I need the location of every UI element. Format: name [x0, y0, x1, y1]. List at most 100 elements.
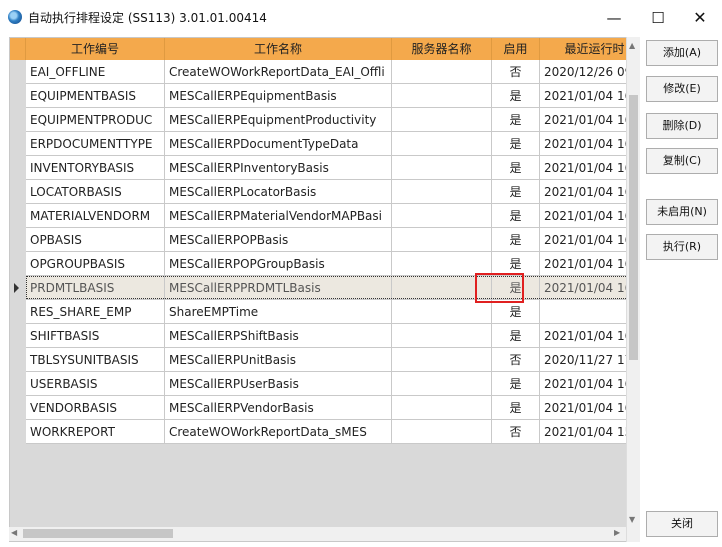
column-header-enabled[interactable]: 启用 [492, 38, 540, 60]
cell-last-run[interactable] [540, 300, 638, 324]
cell-server-name[interactable] [392, 228, 492, 252]
table-row[interactable]: EQUIPMENTPRODUC MESCallERPEquipmentProduc… [10, 108, 638, 132]
cell-server-name[interactable] [392, 60, 492, 84]
cell-enabled[interactable]: 是 [492, 180, 540, 204]
cell-job-id[interactable]: INVENTORYBASIS [26, 156, 165, 180]
cell-last-run[interactable]: 2021/01/04 15 [540, 420, 638, 444]
cell-job-name[interactable]: CreateWOWorkReportData_sMES [165, 420, 392, 444]
table-row[interactable]: USERBASIS MESCallERPUserBasis 是 2021/01/04 … [10, 372, 638, 396]
horizontal-scroll-thumb[interactable] [23, 529, 173, 538]
table-row[interactable]: EAI_OFFLINE CreateWOWorkReportData_EAI_Of… [10, 60, 638, 84]
cell-last-run[interactable]: 2021/01/04 16 [540, 132, 638, 156]
cell-job-id[interactable]: WORKREPORT [26, 420, 165, 444]
cell-enabled[interactable]: 是 [492, 204, 540, 228]
row-header[interactable] [10, 156, 26, 180]
cell-job-id[interactable]: MATERIALVENDORM [26, 204, 165, 228]
cell-job-name[interactable]: MESCallERPUserBasis [165, 372, 392, 396]
disable-button[interactable]: 未启用(N) [646, 199, 718, 225]
cell-job-id[interactable]: OPGROUPBASIS [26, 252, 165, 276]
cell-job-name[interactable]: MESCallERPEquipmentProductivity [165, 108, 392, 132]
cell-last-run[interactable]: 2021/01/04 16 [540, 252, 638, 276]
table-row[interactable]: RES_SHARE_EMP ShareEMPTime 是 [10, 300, 638, 324]
row-header[interactable] [10, 180, 26, 204]
horizontal-scrollbar[interactable]: ◀ ▶ [9, 527, 626, 541]
column-header-last-run[interactable]: 最近运行时 [540, 38, 638, 60]
cell-job-name[interactable]: MESCallERPOPGroupBasis [165, 252, 392, 276]
minimize-button[interactable]: — [596, 6, 632, 30]
cell-job-id[interactable]: VENDORBASIS [26, 396, 165, 420]
cell-server-name[interactable] [392, 132, 492, 156]
add-button[interactable]: 添加(A) [646, 40, 718, 66]
cell-last-run[interactable]: 2021/01/04 16 [540, 108, 638, 132]
row-header[interactable] [10, 252, 26, 276]
scroll-right-icon[interactable]: ▶ [614, 528, 620, 537]
table-row[interactable]: WORKREPORT CreateWOWorkReportData_sMES 否 20… [10, 420, 638, 444]
row-header[interactable] [10, 348, 26, 372]
cell-job-name[interactable]: MESCallERPLocatorBasis [165, 180, 392, 204]
cell-enabled[interactable]: 否 [492, 420, 540, 444]
cell-server-name[interactable] [392, 348, 492, 372]
cell-job-name[interactable]: MESCallERPEquipmentBasis [165, 84, 392, 108]
cell-job-name[interactable]: MESCallERPInventoryBasis [165, 156, 392, 180]
cell-enabled[interactable]: 是 [492, 132, 540, 156]
cell-enabled[interactable]: 是 [492, 84, 540, 108]
cell-job-id[interactable]: ERPDOCUMENTTYPE [26, 132, 165, 156]
row-header[interactable] [10, 372, 26, 396]
cell-enabled[interactable]: 是 [492, 252, 540, 276]
cell-enabled[interactable]: 是 [492, 300, 540, 324]
cell-job-name[interactable]: MESCallERPShiftBasis [165, 324, 392, 348]
copy-button[interactable]: 复制(C) [646, 148, 718, 174]
cell-job-name[interactable]: MESCallERPMaterialVendorMAPBasi [165, 204, 392, 228]
cell-job-id[interactable]: RES_SHARE_EMP [26, 300, 165, 324]
cell-last-run[interactable]: 2020/12/26 09 [540, 60, 638, 84]
row-header[interactable] [10, 108, 26, 132]
close-button[interactable]: 关闭 [646, 511, 718, 537]
cell-server-name[interactable] [392, 324, 492, 348]
delete-button[interactable]: 删除(D) [646, 113, 718, 139]
cell-server-name[interactable] [392, 180, 492, 204]
cell-server-name[interactable] [392, 396, 492, 420]
cell-job-name[interactable]: MESCallERPUnitBasis [165, 348, 392, 372]
cell-server-name[interactable] [392, 156, 492, 180]
cell-last-run[interactable]: 2021/01/04 16 [540, 180, 638, 204]
cell-server-name[interactable] [392, 420, 492, 444]
maximize-button[interactable]: ☐ [640, 6, 676, 30]
cell-server-name[interactable] [392, 276, 492, 300]
table-row[interactable]: EQUIPMENTBASIS MESCallERPEquipmentBasis 是 2… [10, 84, 638, 108]
vertical-scroll-thumb[interactable] [629, 95, 638, 360]
row-header[interactable] [10, 420, 26, 444]
cell-last-run[interactable]: 2021/01/04 16 [540, 372, 638, 396]
column-header-job-id[interactable]: 工作编号 [26, 38, 165, 60]
cell-last-run[interactable]: 2021/01/04 16 [540, 324, 638, 348]
cell-last-run[interactable]: 2021/01/04 16 [540, 84, 638, 108]
cell-last-run[interactable]: 2021/01/04 16 [540, 156, 638, 180]
table-row[interactable]: OPBASIS MESCallERPOPBasis 是 2021/01/04 16 [10, 228, 638, 252]
cell-enabled[interactable]: 是 [492, 372, 540, 396]
cell-server-name[interactable] [392, 84, 492, 108]
cell-last-run[interactable]: 2021/01/04 16 [540, 396, 638, 420]
table-row[interactable]: SHIFTBASIS MESCallERPShiftBasis 是 2021/01/0… [10, 324, 638, 348]
row-header[interactable] [10, 132, 26, 156]
row-header[interactable] [10, 324, 26, 348]
cell-server-name[interactable] [392, 252, 492, 276]
column-header-server-name[interactable]: 服务器名称 [392, 38, 492, 60]
cell-job-name[interactable]: MESCallERPDocumentTypeData [165, 132, 392, 156]
cell-job-id[interactable]: USERBASIS [26, 372, 165, 396]
cell-server-name[interactable] [392, 204, 492, 228]
cell-enabled[interactable]: 是 [492, 396, 540, 420]
table-row[interactable]: TBLSYSUNITBASIS MESCallERPUnitBasis 否 2020/… [10, 348, 638, 372]
table-row[interactable]: OPGROUPBASIS MESCallERPOPGroupBasis 是 2021/… [10, 252, 638, 276]
cell-job-id[interactable]: LOCATORBASIS [26, 180, 165, 204]
row-header[interactable] [10, 276, 26, 300]
cell-enabled[interactable]: 是 [492, 228, 540, 252]
row-header[interactable] [10, 228, 26, 252]
close-window-button[interactable]: ✕ [682, 6, 718, 30]
edit-button[interactable]: 修改(E) [646, 76, 718, 102]
cell-job-name[interactable]: MESCallERPOPBasis [165, 228, 392, 252]
cell-job-name[interactable]: CreateWOWorkReportData_EAI_Offli [165, 60, 392, 84]
cell-job-id[interactable]: PRDMTLBASIS [26, 276, 165, 300]
table-row[interactable]: INVENTORYBASIS MESCallERPInventoryBasis 是 2… [10, 156, 638, 180]
cell-last-run[interactable]: 2021/01/04 16 [540, 228, 638, 252]
cell-job-id[interactable]: SHIFTBASIS [26, 324, 165, 348]
cell-job-id[interactable]: OPBASIS [26, 228, 165, 252]
